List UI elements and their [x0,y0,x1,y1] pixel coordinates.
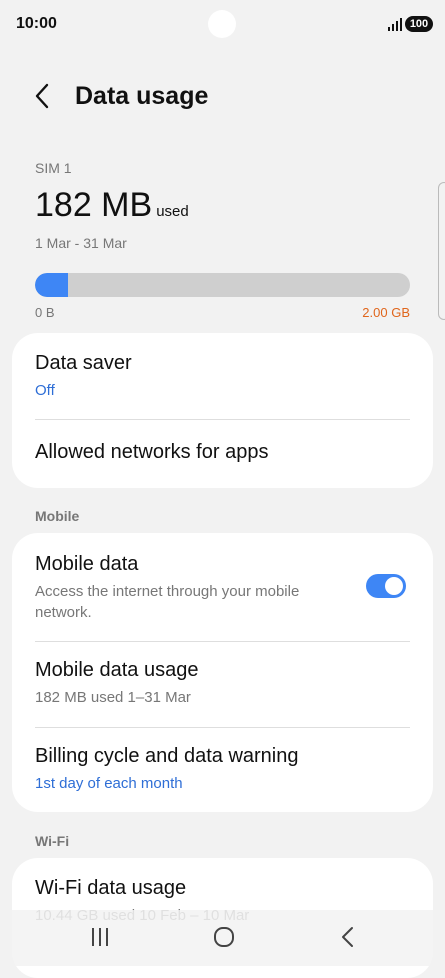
chevron-left-icon[interactable] [28,80,60,112]
usage-progress-bar [35,273,410,297]
scroll-handle[interactable] [438,182,445,320]
usage-value-row: 182 MB used [35,186,410,225]
back-icon[interactable] [333,922,363,952]
navigation-bar [0,910,445,966]
billing-cycle-subtitle: 1st day of each month [35,775,183,792]
usage-period: 1 Mar - 31 Mar [35,235,127,251]
section-label-mobile: Mobile [35,508,80,524]
usage-used-label: used [156,203,189,220]
mobile-data-title: Mobile data [35,553,139,575]
wifi-data-usage-title: Wi-Fi data usage [35,877,187,899]
usage-progress-fill [35,273,69,297]
page-title: Data usage [75,82,209,110]
home-icon[interactable] [209,922,239,952]
sim-label: SIM 1 [35,160,72,176]
signal-icon [388,18,402,31]
toggle-knob [385,577,403,595]
camera-cutout [208,10,236,38]
data-saver-item[interactable]: Data saver Off [12,333,433,419]
mobile-data-usage-title: Mobile data usage [35,659,199,681]
allowed-networks-item[interactable]: Allowed networks for apps [12,419,433,488]
usage-min-label: 0 B [35,305,55,320]
mobile-data-usage-subtitle: 182 MB used 1–31 Mar [35,689,191,706]
data-saver-title: Data saver [35,352,132,374]
mobile-data-subtitle: Access the internet through your mobile … [35,583,300,621]
data-saver-card: Data saver Off Allowed networks for apps [12,333,433,488]
mobile-data-item[interactable]: Mobile data Access the internet through … [12,533,433,641]
battery-icon: 100 [405,16,433,32]
billing-cycle-item[interactable]: Billing cycle and data warning 1st day o… [12,727,433,812]
usage-max-label: 2.00 GB [362,305,410,320]
section-label-wifi: Wi-Fi [35,833,70,849]
allowed-networks-title: Allowed networks for apps [35,441,269,463]
mobile-data-usage-item[interactable]: Mobile data usage 182 MB used 1–31 Mar [12,641,433,727]
usage-amount: 182 MB [35,186,153,224]
usage-summary: SIM 1 182 MB used 1 Mar - 31 Mar [35,160,410,251]
status-time: 10:00 [16,15,57,32]
recent-apps-icon[interactable] [85,922,115,952]
data-saver-status: Off [35,382,55,399]
status-bar: 10:00 100 [0,0,445,50]
mobile-data-toggle[interactable] [366,574,406,598]
billing-cycle-title: Billing cycle and data warning [35,745,299,767]
mobile-card: Mobile data Access the internet through … [12,533,433,812]
header: Data usage [0,72,445,120]
